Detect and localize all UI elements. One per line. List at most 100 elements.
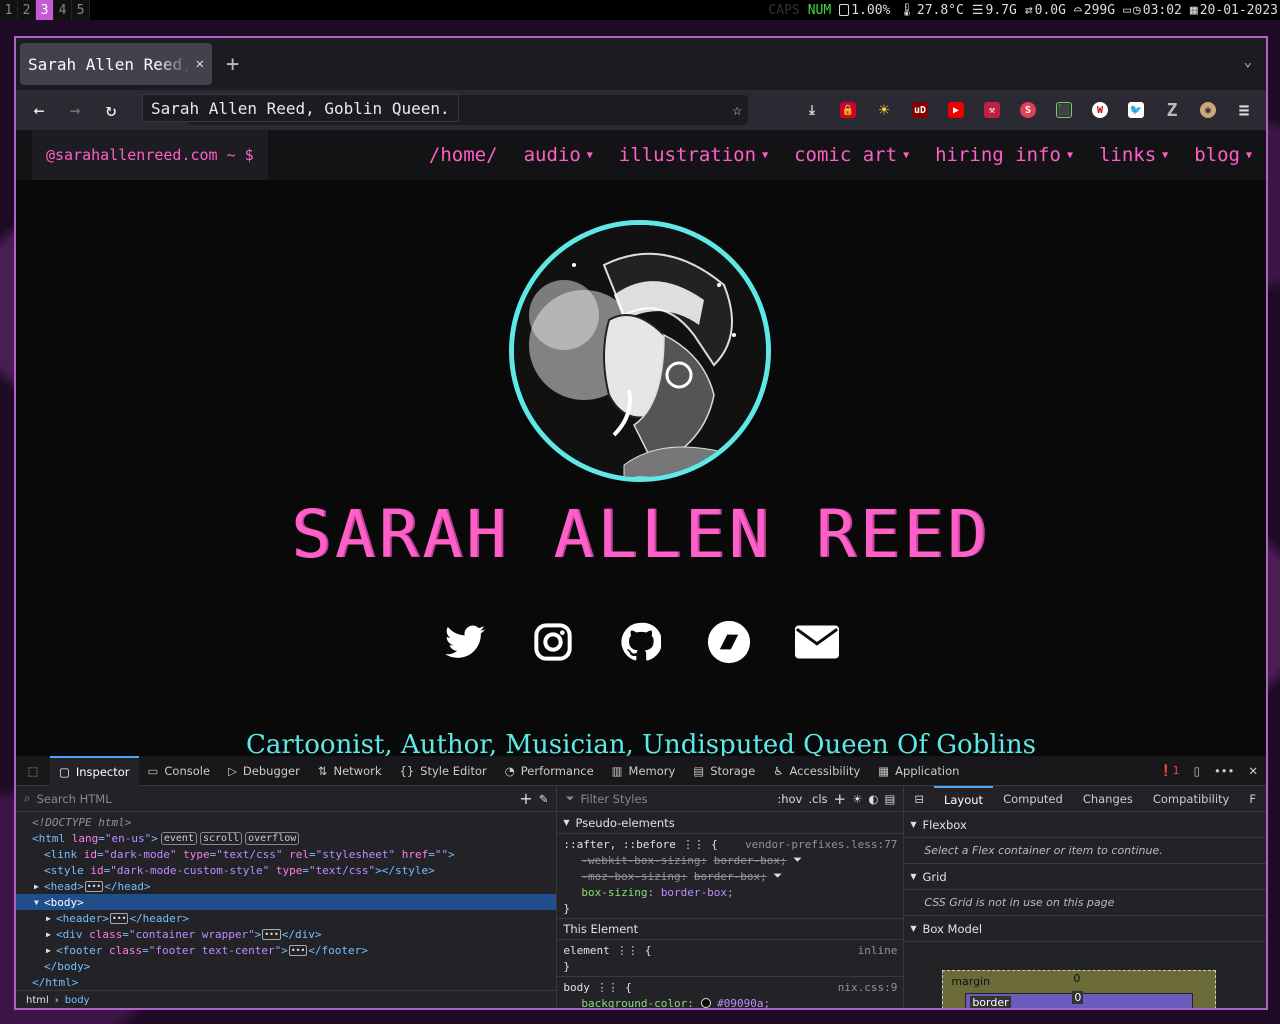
wand-extension-icon[interactable]: ⚒: [978, 96, 1006, 124]
workspace-3[interactable]: 3: [36, 0, 54, 20]
crumb-body[interactable]: body: [65, 995, 90, 1006]
downloads-icon[interactable]: ⤓: [798, 96, 826, 124]
workspace-1[interactable]: 1: [0, 0, 18, 20]
close-icon[interactable]: ✕: [196, 56, 204, 72]
tree-node-body[interactable]: ▼ <body>: [16, 894, 557, 910]
tree-node-body-close[interactable]: </body>: [16, 958, 556, 974]
grid-section[interactable]: ▼ Grid: [904, 864, 1266, 890]
tab-application[interactable]: ▦ Application: [869, 756, 968, 786]
w-extension-icon[interactable]: W: [1086, 96, 1114, 124]
nav-link-home[interactable]: /home/: [429, 144, 498, 166]
workspace-2[interactable]: 2: [18, 0, 36, 20]
close-devtools-icon[interactable]: ✕: [1248, 764, 1258, 778]
workspace-4[interactable]: 4: [54, 0, 72, 20]
chart-extension-icon[interactable]: ⬛: [1050, 96, 1078, 124]
tree-node-link[interactable]: <link id = "dark-mode" type = "text/css" rel…: [16, 846, 556, 862]
cls-toggle[interactable]: .cls: [808, 792, 827, 806]
element-picker-icon[interactable]: ⬚: [16, 764, 50, 778]
scroll-badge[interactable]: scroll: [199, 831, 243, 845]
expand-arrow-icon[interactable]: ▶: [34, 882, 44, 891]
bookmark-star-icon[interactable]: ☆: [732, 100, 742, 119]
site-brand[interactable]: @sarahallenreed.com ~ $: [32, 130, 268, 180]
filter-styles-input[interactable]: Filter Styles: [581, 792, 772, 806]
more-options-icon[interactable]: •••: [1214, 764, 1234, 778]
tree-node-head[interactable]: ▶ <head> ••• </head>: [16, 878, 556, 894]
light-theme-icon[interactable]: ☀: [852, 792, 862, 806]
box-model-margin[interactable]: margin 0 border 0: [942, 970, 1217, 1008]
tab-performance[interactable]: ◔ Performance: [496, 756, 603, 786]
tab-changes[interactable]: Changes: [1073, 786, 1143, 812]
twitter-icon[interactable]: [443, 620, 487, 664]
tree-node-html[interactable]: <html lang = "en-us" > event scroll overflo…: [16, 830, 556, 846]
expand-arrow-icon[interactable]: ▶: [46, 930, 56, 939]
github-icon[interactable]: [619, 620, 663, 664]
avatar-extension-icon[interactable]: ◉: [1194, 96, 1222, 124]
box-model-section[interactable]: ▼ Box Model: [904, 916, 1266, 942]
tab-memory[interactable]: ▥ Memory: [603, 756, 685, 786]
back-button[interactable]: ←: [24, 95, 54, 125]
collapse-arrow-icon[interactable]: ▼: [34, 898, 44, 907]
rule-source[interactable]: vendor-prefixes.less:77: [745, 838, 897, 851]
eyedropper-icon[interactable]: ✎: [539, 792, 549, 806]
workspace-5[interactable]: 5: [72, 0, 90, 20]
tab-style-editor[interactable]: {} Style Editor: [391, 756, 496, 786]
nav-link-illustration[interactable]: illustration ▼: [619, 144, 768, 166]
tab-fonts[interactable]: F: [1239, 786, 1266, 812]
nav-link-blog[interactable]: blog ▼: [1194, 144, 1252, 166]
filter-icon[interactable]: ⏷: [773, 869, 782, 883]
expand-arrow-icon[interactable]: ▶: [46, 946, 56, 955]
instagram-icon[interactable]: [531, 620, 575, 664]
nav-link-links[interactable]: links ▼: [1099, 144, 1168, 166]
z-extension-icon[interactable]: Z: [1158, 96, 1186, 124]
dark-theme-icon[interactable]: ◐: [868, 792, 878, 806]
error-count-badge[interactable]: ❗1: [1159, 764, 1180, 777]
tab-storage[interactable]: ▤ Storage: [684, 756, 764, 786]
color-swatch[interactable]: [700, 998, 711, 1008]
add-rule-icon[interactable]: +: [834, 790, 847, 808]
tab-computed[interactable]: Computed: [993, 786, 1073, 812]
menu-icon[interactable]: ≡: [1230, 96, 1258, 124]
reload-button[interactable]: ↻: [96, 95, 126, 125]
new-tab-button[interactable]: +: [226, 52, 239, 77]
tab-compatibility[interactable]: Compatibility: [1143, 786, 1240, 812]
filter-icon[interactable]: ⏷: [793, 853, 802, 867]
print-media-icon[interactable]: ▤: [884, 792, 895, 806]
tab-layout[interactable]: Layout: [933, 785, 994, 812]
nav-link-hiring-info[interactable]: hiring info ▼: [935, 144, 1073, 166]
rule-source[interactable]: nix.css:9: [838, 981, 898, 994]
tab-accessibility[interactable]: ♿ Accessibility: [764, 756, 869, 786]
flexbox-section[interactable]: ▼ Flexbox: [904, 812, 1266, 838]
tab-debugger[interactable]: ▷ Debugger: [219, 756, 309, 786]
nav-link-comic-art[interactable]: comic art ▼: [794, 144, 909, 166]
browser-tab[interactable]: Sarah Allen Reed, Go ✕: [20, 43, 212, 85]
tree-node-header[interactable]: ▶ <header> ••• </header>: [16, 910, 556, 926]
add-node-icon[interactable]: +: [519, 789, 532, 808]
event-badge[interactable]: event: [160, 831, 197, 845]
tree-node-doctype[interactable]: <!DOCTYPE html>: [16, 814, 556, 830]
crumb-html[interactable]: html: [26, 995, 49, 1006]
forward-button[interactable]: →: [60, 95, 90, 125]
lock-extension-icon[interactable]: 🔒: [834, 96, 862, 124]
nav-link-audio[interactable]: audio ▼: [524, 144, 593, 166]
s-extension-icon[interactable]: S: [1014, 96, 1042, 124]
responsive-design-icon[interactable]: ▯: [1194, 764, 1200, 778]
sidebar-toggle-icon[interactable]: ⊟: [904, 786, 934, 812]
expand-arrow-icon[interactable]: ▶: [46, 914, 56, 923]
chevron-down-icon[interactable]: ⌄: [1244, 54, 1252, 70]
twitter-extension-icon[interactable]: 🐦: [1122, 96, 1150, 124]
tree-node-html-close[interactable]: </html>: [16, 974, 556, 990]
sun-extension-icon[interactable]: ☀: [870, 96, 898, 124]
mail-icon[interactable]: [795, 620, 839, 664]
tab-inspector[interactable]: ▢ Inspector: [50, 755, 139, 786]
tree-node-div[interactable]: ▶ <div class = "container wrapper" > ••• </div…: [16, 926, 556, 942]
hov-toggle[interactable]: :hov: [777, 792, 802, 806]
pseudo-elements-section[interactable]: ▼ Pseudo-elements: [557, 812, 904, 834]
search-html-input[interactable]: Search HTML: [36, 792, 513, 806]
youtube-extension-icon[interactable]: ▶: [942, 96, 970, 124]
overflow-badge[interactable]: overflow: [245, 831, 300, 845]
tree-node-footer[interactable]: ▶ <footer class = "footer text-center" > ••• <…: [16, 942, 556, 958]
tab-network[interactable]: ⇅ Network: [309, 756, 391, 786]
tree-node-style[interactable]: <style id = "dark-mode-custom-style" type =…: [16, 862, 556, 878]
ko-fi-icon[interactable]: [707, 620, 751, 664]
ublock-icon[interactable]: uD: [906, 96, 934, 124]
